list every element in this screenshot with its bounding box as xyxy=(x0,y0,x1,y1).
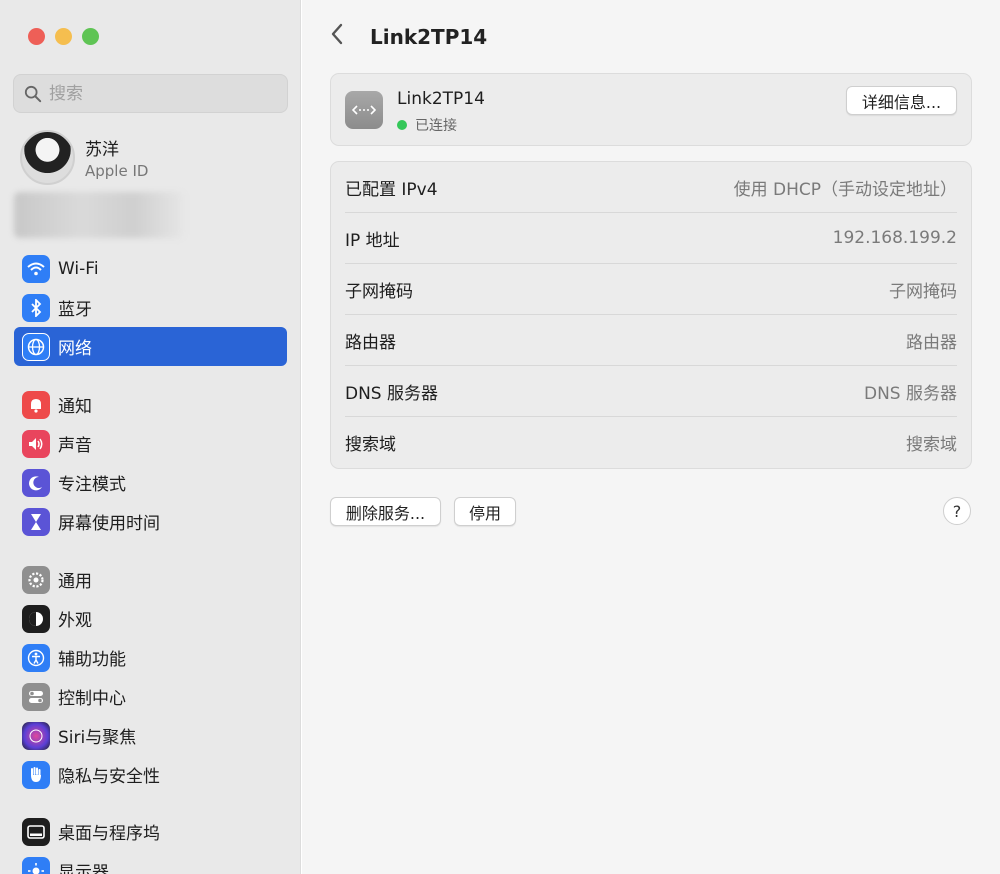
row-label: 路由器 xyxy=(345,332,396,353)
detail-row-dns: DNS 服务器 DNS 服务器 xyxy=(345,366,957,417)
sidebar-item-label: 声音 xyxy=(58,436,92,456)
sun-icon xyxy=(22,856,50,874)
detail-row-router: 路由器 路由器 xyxy=(345,315,957,366)
header: Link2TP14 xyxy=(330,22,487,52)
sidebar-item-label: 外观 xyxy=(58,611,92,631)
toggles-icon xyxy=(22,682,50,711)
back-button[interactable] xyxy=(330,22,354,52)
siri-icon xyxy=(22,721,50,750)
close-button[interactable] xyxy=(28,28,45,45)
detail-row-ip-address: IP 地址 192.168.199.2 xyxy=(345,213,957,264)
hand-icon xyxy=(22,760,50,789)
sidebar-item-label: 屏幕使用时间 xyxy=(58,514,160,534)
sidebar-item-label: 通知 xyxy=(58,397,92,417)
sidebar-item-label: 通用 xyxy=(58,572,92,592)
sidebar-item-label: Wi-Fi xyxy=(58,258,99,279)
profile-subtitle: Apple ID xyxy=(85,162,149,180)
row-value: 路由器 xyxy=(906,332,957,353)
delete-service-button[interactable]: 删除服务... xyxy=(330,497,441,526)
hourglass-icon xyxy=(22,507,50,536)
chevron-left-icon xyxy=(331,23,343,45)
main-pane: Link2TP14 Link2TP14 已连接 详细信息... 已配置 IPv4… xyxy=(302,0,1000,874)
row-label: 子网掩码 xyxy=(345,281,413,302)
service-name: Link2TP14 xyxy=(397,89,485,109)
network-details-card: 已配置 IPv4 使用 DHCP（手动设定地址） IP 地址 192.168.1… xyxy=(330,161,972,469)
page-title: Link2TP14 xyxy=(370,25,488,49)
sidebar-item-control-center[interactable]: 控制中心 xyxy=(14,677,287,716)
row-value: 192.168.199.2 xyxy=(832,228,957,248)
sidebar-item-label: 显示器 xyxy=(58,863,109,874)
disable-button[interactable]: 停用 xyxy=(454,497,516,526)
bluetooth-icon xyxy=(22,293,50,322)
row-value: DNS 服务器 xyxy=(863,383,957,404)
zoom-button[interactable] xyxy=(82,28,99,45)
speaker-icon xyxy=(22,429,50,458)
service-status: 已连接 xyxy=(397,115,457,135)
sidebar-item-label: 控制中心 xyxy=(58,689,126,709)
sidebar-item-displays[interactable]: 显示器 xyxy=(14,851,287,874)
sidebar-item-siri[interactable]: Siri与聚焦 xyxy=(14,716,287,755)
sidebar-item-screen-time[interactable]: 屏幕使用时间 xyxy=(14,502,287,541)
avatar xyxy=(20,130,75,185)
search-input[interactable] xyxy=(49,83,269,104)
redacted-area xyxy=(14,192,184,238)
row-value: 搜索域 xyxy=(906,435,957,455)
dock-icon xyxy=(22,817,50,846)
apple-id-profile[interactable]: 苏洋 Apple ID xyxy=(20,130,148,185)
sidebar-item-sound[interactable]: 声音 xyxy=(14,424,287,463)
settings-window: 苏洋 Apple ID Wi-Fi 蓝牙 网络 xyxy=(0,0,1000,874)
appearance-icon xyxy=(22,604,50,633)
sidebar-item-privacy[interactable]: 隐私与安全性 xyxy=(14,755,287,794)
sidebar-item-bluetooth[interactable]: 蓝牙 xyxy=(14,288,287,327)
bell-icon xyxy=(22,390,50,419)
sidebar: 苏洋 Apple ID Wi-Fi 蓝牙 网络 xyxy=(0,0,301,874)
globe-icon xyxy=(22,332,50,361)
detail-row-ipv4-config: 已配置 IPv4 使用 DHCP（手动设定地址） xyxy=(345,162,957,213)
search-field[interactable] xyxy=(13,74,288,113)
row-label: DNS 服务器 xyxy=(345,383,439,404)
sidebar-item-focus[interactable]: 专注模式 xyxy=(14,463,287,502)
vpn-service-icon xyxy=(345,91,383,129)
row-value: 使用 DHCP（手动设定地址） xyxy=(733,179,957,200)
row-label: IP 地址 xyxy=(345,230,400,251)
row-label: 已配置 IPv4 xyxy=(345,179,438,200)
minimize-button[interactable] xyxy=(55,28,72,45)
sidebar-item-desktop-dock[interactable]: 桌面与程序坞 xyxy=(14,812,287,851)
sidebar-item-notifications[interactable]: 通知 xyxy=(14,385,287,424)
sidebar-item-general[interactable]: 通用 xyxy=(14,560,287,599)
sidebar-item-label: 辅助功能 xyxy=(58,650,126,670)
service-card: Link2TP14 已连接 详细信息... xyxy=(330,73,972,146)
row-label: 搜索域 xyxy=(345,435,396,455)
sidebar-item-label: 专注模式 xyxy=(58,475,126,495)
sidebar-item-label: 隐私与安全性 xyxy=(58,767,160,787)
row-value: 子网掩码 xyxy=(889,281,957,302)
details-button[interactable]: 详细信息... xyxy=(846,86,957,115)
window-controls xyxy=(28,28,99,45)
wifi-icon xyxy=(22,254,50,283)
sidebar-item-label: 网络 xyxy=(58,339,92,359)
sidebar-item-network[interactable]: 网络 xyxy=(14,327,287,366)
gear-icon xyxy=(22,565,50,594)
sidebar-item-label: 蓝牙 xyxy=(58,300,92,320)
detail-row-subnet-mask: 子网掩码 子网掩码 xyxy=(345,264,957,315)
detail-row-search-domain: 搜索域 搜索域 xyxy=(345,417,957,468)
sidebar-item-label: Siri与聚焦 xyxy=(58,728,137,748)
sidebar-item-label: 桌面与程序坞 xyxy=(58,824,160,844)
profile-name: 苏洋 xyxy=(85,140,119,160)
search-icon xyxy=(24,85,42,102)
accessibility-icon xyxy=(22,643,50,672)
status-text: 已连接 xyxy=(415,118,457,134)
help-button[interactable]: ? xyxy=(943,497,971,525)
sidebar-item-accessibility[interactable]: 辅助功能 xyxy=(14,638,287,677)
sidebar-item-wifi[interactable]: Wi-Fi xyxy=(14,249,287,288)
sidebar-item-appearance[interactable]: 外观 xyxy=(14,599,287,638)
moon-icon xyxy=(22,468,50,497)
status-connected-dot xyxy=(397,120,407,130)
